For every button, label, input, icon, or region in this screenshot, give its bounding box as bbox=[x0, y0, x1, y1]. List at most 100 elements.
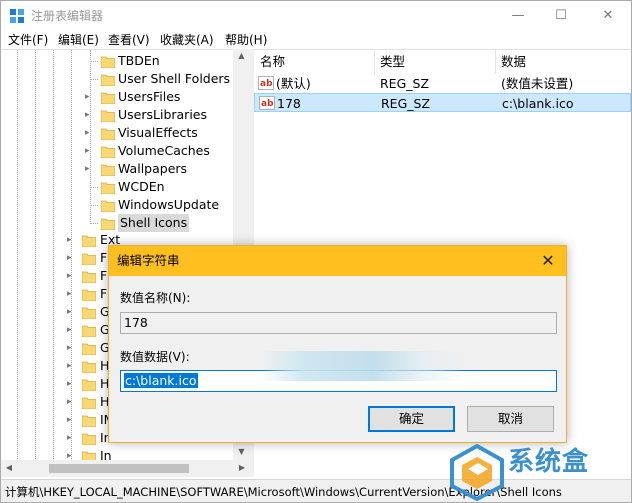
tree-item-label: In bbox=[100, 448, 112, 460]
tree-item-label: Wallpapers bbox=[118, 161, 188, 176]
value-row[interactable]: ab 178 REG_SZ c:\blank.ico bbox=[254, 93, 631, 112]
tree-item[interactable]: WCDEn bbox=[1, 178, 233, 196]
window-title: 注册表编辑器 bbox=[31, 9, 104, 23]
tree-horizontal-scrollbar[interactable]: ◀ ▶ bbox=[1, 460, 250, 477]
tree-item[interactable]: WindowsUpdate bbox=[1, 196, 233, 214]
watermark-text: 系统盒 bbox=[508, 447, 590, 477]
value-name: 178 bbox=[277, 96, 301, 111]
tree-item-label: TBDEn bbox=[118, 53, 160, 68]
tree-item[interactable]: User Shell Folders bbox=[1, 70, 233, 88]
scroll-up-arrow-icon[interactable]: ▲ bbox=[233, 51, 250, 60]
watermark-emblem-icon bbox=[450, 443, 504, 501]
value-name-field: 178 bbox=[120, 312, 557, 334]
scroll-down-arrow-icon[interactable]: ▼ bbox=[233, 447, 250, 456]
expand-arrow-icon[interactable]: ▸ bbox=[67, 357, 77, 375]
tree-item[interactable]: Shell Icons bbox=[1, 214, 233, 232]
tree-item[interactable]: ▸ VolumeCaches bbox=[1, 142, 233, 160]
scroll-left-arrow-icon[interactable]: ◀ bbox=[4, 463, 14, 472]
svg-text:ab: ab bbox=[261, 99, 274, 109]
value-row[interactable]: ab (默认) REG_SZ (数值未设置) bbox=[254, 74, 631, 93]
list-header: 名称 类型 数据 bbox=[254, 50, 631, 74]
tree-item[interactable]: ▸ VisualEffects bbox=[1, 124, 233, 142]
expand-arrow-icon[interactable]: ▸ bbox=[67, 339, 77, 357]
value-type: REG_SZ bbox=[381, 96, 431, 111]
folder-icon bbox=[100, 127, 116, 141]
dialog-close-button[interactable]: ✕ bbox=[530, 246, 566, 276]
folder-icon bbox=[81, 396, 97, 410]
tree-item-label: UsersFiles bbox=[118, 89, 181, 104]
expand-arrow-icon[interactable]: ▸ bbox=[85, 160, 95, 178]
column-separator[interactable] bbox=[374, 50, 375, 74]
expand-arrow-icon[interactable]: ▸ bbox=[85, 106, 95, 124]
menu-help[interactable]: 帮助(H) bbox=[225, 32, 267, 48]
folder-icon bbox=[81, 288, 97, 302]
expand-arrow-icon[interactable]: ▸ bbox=[67, 411, 77, 429]
regedit-app-icon bbox=[10, 9, 24, 23]
horizontal-scroll-thumb[interactable] bbox=[49, 464, 189, 473]
scroll-right-arrow-icon[interactable]: ▶ bbox=[237, 463, 247, 472]
folder-icon bbox=[81, 252, 97, 266]
folder-icon bbox=[81, 234, 97, 248]
close-button[interactable]: ✕ bbox=[585, 1, 631, 31]
ok-button[interactable]: 确定 bbox=[368, 406, 455, 432]
value-name-label: 数值名称(N): bbox=[120, 291, 191, 305]
tree-item[interactable]: ▸ Wallpapers bbox=[1, 160, 233, 178]
column-header-data[interactable]: 数据 bbox=[501, 50, 526, 74]
tree-item-label: F bbox=[100, 250, 108, 265]
folder-icon bbox=[100, 181, 116, 195]
maximize-button[interactable]: ☐ bbox=[538, 1, 584, 31]
folder-icon bbox=[100, 217, 116, 231]
tree-item[interactable]: TBDEn bbox=[1, 52, 233, 70]
string-value-icon: ab bbox=[259, 96, 275, 110]
expand-arrow-icon[interactable]: ▸ bbox=[67, 375, 77, 393]
tree-connector bbox=[90, 61, 98, 62]
expand-arrow-icon[interactable]: ▸ bbox=[67, 231, 77, 249]
value-data-text: c:\blank.ico bbox=[124, 373, 198, 388]
tree-connector bbox=[90, 187, 98, 188]
folder-icon bbox=[81, 324, 97, 338]
column-header-type[interactable]: 类型 bbox=[380, 50, 405, 74]
value-name: (默认) bbox=[276, 76, 311, 91]
folder-icon bbox=[81, 342, 97, 356]
tree-item-label: UsersLibraries bbox=[118, 107, 207, 122]
expand-arrow-icon[interactable]: ▸ bbox=[67, 321, 77, 339]
expand-arrow-icon[interactable]: ▸ bbox=[67, 303, 77, 321]
tree-connector bbox=[90, 79, 98, 80]
string-value-icon: ab bbox=[258, 76, 274, 90]
expand-arrow-icon[interactable]: ▸ bbox=[67, 285, 77, 303]
folder-icon bbox=[100, 163, 116, 177]
folder-icon bbox=[100, 199, 116, 213]
tree-item-label: User Shell Folders bbox=[118, 71, 231, 86]
tree-item-label: F bbox=[100, 286, 108, 301]
tree-item[interactable]: ▸ UsersFiles bbox=[1, 88, 233, 106]
expand-arrow-icon[interactable]: ▸ bbox=[67, 249, 77, 267]
tree-item-label: Shell Icons bbox=[118, 214, 190, 232]
expand-arrow-icon[interactable]: ▸ bbox=[67, 393, 77, 411]
menu-edit[interactable]: 编辑(E) bbox=[58, 32, 99, 48]
registry-editor-window: 注册表编辑器 — ☐ ✕ 文件(F) 编辑(E) 查看(V) 收藏夹(A) 帮助… bbox=[0, 0, 632, 503]
tree-item[interactable]: ▸ In bbox=[1, 447, 233, 460]
minimize-button[interactable]: — bbox=[495, 1, 541, 31]
expand-arrow-icon[interactable]: ▸ bbox=[85, 124, 95, 142]
folder-icon bbox=[81, 270, 97, 284]
title-bar: 注册表编辑器 — ☐ ✕ bbox=[1, 1, 631, 31]
cancel-button[interactable]: 取消 bbox=[467, 406, 554, 432]
folder-icon bbox=[81, 378, 97, 392]
value-type: REG_SZ bbox=[380, 76, 430, 91]
column-header-name[interactable]: 名称 bbox=[260, 50, 285, 74]
expand-arrow-icon[interactable]: ▸ bbox=[67, 267, 77, 285]
expand-arrow-icon[interactable]: ▸ bbox=[67, 429, 77, 447]
expand-arrow-icon[interactable]: ▸ bbox=[85, 88, 95, 106]
edit-string-dialog: 编辑字符串 ✕ 数值名称(N): 178 数值数据(V): c:\blank.i… bbox=[108, 245, 567, 443]
expand-arrow-icon[interactable]: ▸ bbox=[85, 142, 95, 160]
value-data: (数值未设置) bbox=[501, 76, 574, 91]
tree-item[interactable]: ▸ UsersLibraries bbox=[1, 106, 233, 124]
menu-file[interactable]: 文件(F) bbox=[8, 32, 48, 48]
folder-icon bbox=[81, 360, 97, 374]
column-separator[interactable] bbox=[495, 50, 496, 74]
dialog-title: 编辑字符串 bbox=[117, 253, 180, 268]
menu-view[interactable]: 查看(V) bbox=[108, 32, 150, 48]
tree-connector bbox=[90, 205, 98, 206]
menu-favorites[interactable]: 收藏夹(A) bbox=[160, 32, 214, 48]
expand-arrow-icon[interactable]: ▸ bbox=[67, 447, 77, 460]
